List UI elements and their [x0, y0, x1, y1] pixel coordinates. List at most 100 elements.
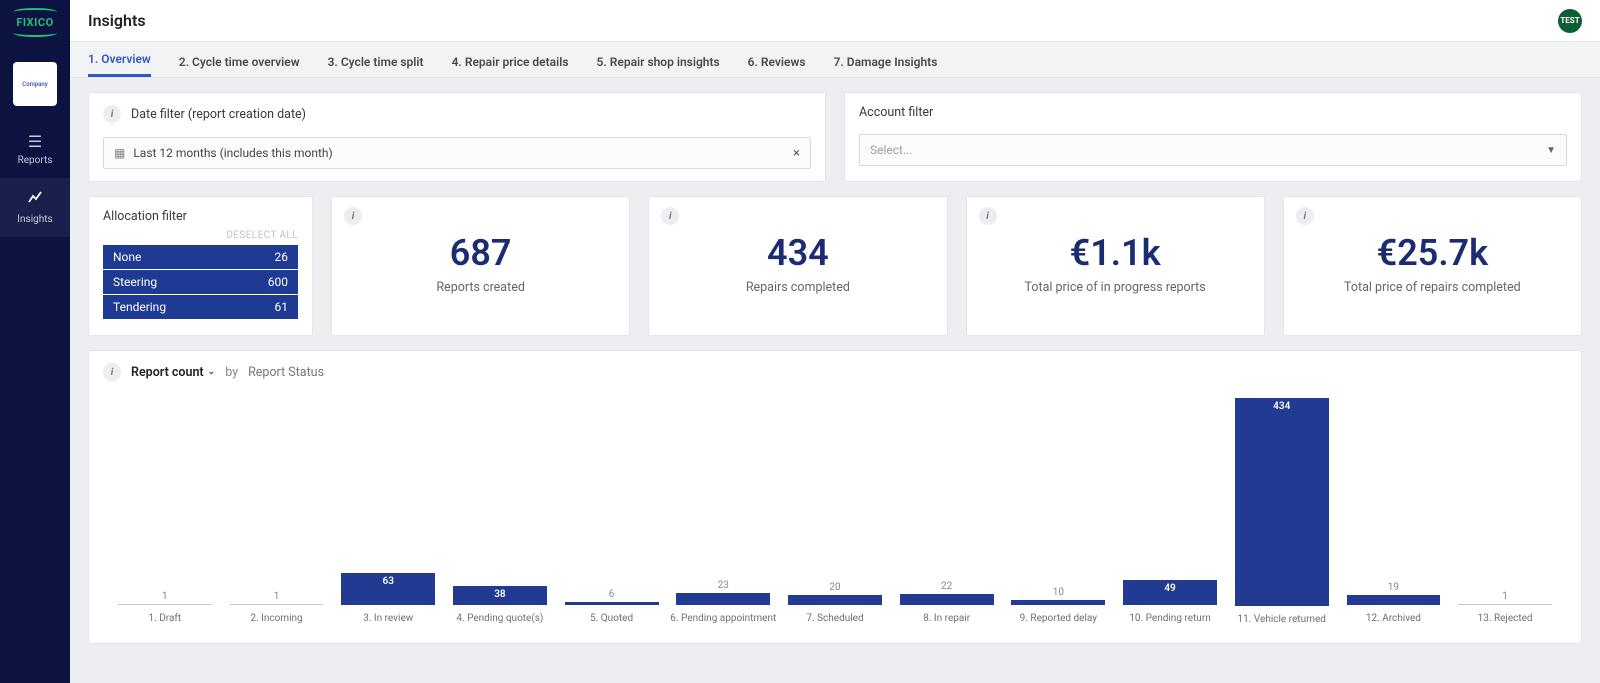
bar-category-label: 10. Pending return [1129, 613, 1210, 635]
bar-rect [118, 604, 212, 605]
chart-bar[interactable]: 1 1. Draft [109, 385, 221, 635]
bar-value: 1 [162, 591, 168, 602]
company-logo[interactable]: Company [13, 62, 57, 106]
tab-cycle-time-overview[interactable]: 2. Cycle time overview [179, 47, 300, 77]
tab-overview[interactable]: 1. Overview [88, 44, 151, 77]
nav-label: Reports [18, 155, 53, 166]
chart-bar[interactable]: 384. Pending quote(s) [444, 385, 556, 635]
chart-bar[interactable]: 49 10. Pending return [1114, 385, 1226, 635]
nav-insights[interactable]: Insights [0, 178, 70, 237]
main: Insights TEST 1. Overview 2. Cycle time … [70, 0, 1600, 683]
chevron-down-icon: ▼ [1546, 145, 1556, 156]
chart-metric-selector[interactable]: Report count ⌄ [131, 365, 215, 380]
chart-bar[interactable]: 12. Incoming [221, 385, 333, 635]
allocation-filter-title: Allocation filter [103, 209, 187, 224]
clear-date-icon[interactable]: × [793, 146, 800, 161]
bar-category-label: 2. Incoming [250, 613, 302, 635]
chevron-down-icon: ⌄ [208, 367, 216, 377]
bar-rect [788, 595, 882, 605]
bar-category-label: 12. Archived [1366, 613, 1421, 635]
chart-panel: i Report count ⌄ by Report Status 1 1. Dr… [88, 350, 1582, 644]
tab-repair-price-details[interactable]: 4. Repair price details [452, 47, 569, 77]
allocation-item-none[interactable]: None 26 [103, 245, 298, 269]
calendar-icon: ▦ [114, 146, 125, 160]
sidebar: FIXICO Company ☰ Reports Insights [0, 0, 70, 683]
allocation-item-name: None [113, 250, 141, 264]
allocation-item-tendering[interactable]: Tendering 61 [103, 295, 298, 319]
chart-area: 11. Draft12. Incoming633. In review384. … [103, 385, 1567, 635]
chart-bar[interactable]: 228. In repair [891, 385, 1003, 635]
kpi-label: Repairs completed [746, 280, 850, 295]
allocation-item-name: Steering [113, 275, 157, 289]
nav-label: Insights [17, 214, 52, 225]
chart-bar[interactable]: 23 6. Pending appointment [667, 385, 779, 635]
info-icon[interactable]: i [103, 105, 121, 123]
bar-category-label: 9. Reported delay [1020, 613, 1097, 635]
bar-category-label: 13. Rejected [1478, 613, 1533, 635]
kpi-price-in-progress: i €1.1k Total price of in progress repor… [966, 196, 1265, 336]
avatar[interactable]: TEST [1558, 9, 1582, 33]
allocation-item-count: 26 [275, 250, 289, 264]
kpi-value: 687 [450, 232, 512, 274]
chart-bar[interactable]: 63 3. In review [332, 385, 444, 635]
bar-value: 23 [718, 580, 729, 591]
tabs: 1. Overview 2. Cycle time overview 3. Cy… [70, 42, 1600, 78]
bar-value: 20 [829, 582, 840, 593]
chart-bar[interactable]: 1 13. Rejected [1449, 385, 1561, 635]
page-title: Insights [88, 11, 146, 30]
bar-value: 434 [1273, 401, 1290, 412]
bar-value: 63 [383, 576, 394, 587]
company-logo-text: Company [22, 81, 47, 88]
bar-category-label: 3. In review [363, 613, 413, 635]
info-icon[interactable]: i [1296, 207, 1314, 225]
kpi-label: Total price of repairs completed [1344, 280, 1521, 295]
bar-rect [1235, 398, 1329, 606]
bar-category-label: 5. Quoted [590, 613, 633, 635]
account-filter-select[interactable]: Select... ▼ [859, 134, 1567, 166]
avatar-text: TEST [1560, 16, 1579, 25]
kpi-repairs-completed: i 434 Repairs completed [648, 196, 947, 336]
date-filter-panel: i Date filter (report creation date) ▦ L… [88, 92, 826, 182]
deselect-all-button[interactable]: DESELECT ALL [103, 230, 298, 241]
bar-rect [1458, 604, 1552, 605]
account-filter-placeholder: Select... [870, 143, 912, 157]
bar-category-label: 6. Pending appointment [670, 613, 776, 635]
bar-category-label: 8. In repair [923, 613, 970, 635]
tab-repair-shop-insights[interactable]: 5. Repair shop insights [597, 47, 720, 77]
bar-value: 10 [1053, 587, 1064, 598]
info-icon[interactable]: i [103, 363, 121, 381]
bar-value: 6 [609, 589, 615, 600]
bar-rect [900, 594, 994, 605]
chart-bar[interactable]: 43411. Vehicle returned [1226, 385, 1338, 635]
date-filter-title: Date filter (report creation date) [131, 107, 306, 122]
allocation-item-steering[interactable]: Steering 600 [103, 270, 298, 294]
bar-value: 1 [1502, 591, 1508, 602]
list-icon: ☰ [28, 132, 42, 151]
kpi-label: Total price of in progress reports [1025, 280, 1206, 295]
bar-value: 49 [1164, 583, 1175, 594]
account-filter-panel: Account filter Select... ▼ [844, 92, 1582, 182]
bar-rect [1347, 595, 1441, 605]
kpi-value: €25.7k [1377, 232, 1489, 274]
bar-rect [676, 593, 770, 605]
bar-category-label: 1. Draft [149, 613, 182, 635]
chart-bar[interactable]: 207. Scheduled [779, 385, 891, 635]
chart-bar[interactable]: 1912. Archived [1338, 385, 1450, 635]
date-filter-input[interactable]: ▦ Last 12 months (includes this month) × [103, 137, 811, 169]
tab-damage-insights[interactable]: 7. Damage Insights [834, 47, 938, 77]
bar-rect [1011, 600, 1105, 605]
chart-bar[interactable]: 10 9. Reported delay [1003, 385, 1115, 635]
tab-cycle-time-split[interactable]: 3. Cycle time split [328, 47, 424, 77]
chart-by-text: by [225, 365, 238, 380]
info-icon[interactable]: i [979, 207, 997, 225]
kpi-value: 434 [767, 232, 829, 274]
chart-dimension: Report Status [248, 365, 324, 380]
info-icon[interactable]: i [661, 207, 679, 225]
nav-reports[interactable]: ☰ Reports [0, 120, 70, 178]
allocation-item-count: 600 [268, 275, 288, 289]
info-icon[interactable]: i [344, 207, 362, 225]
kpi-price-completed: i €25.7k Total price of repairs complete… [1283, 196, 1582, 336]
tab-reviews[interactable]: 6. Reviews [748, 47, 806, 77]
allocation-item-name: Tendering [113, 300, 166, 314]
chart-bar[interactable]: 6 5. Quoted [556, 385, 668, 635]
